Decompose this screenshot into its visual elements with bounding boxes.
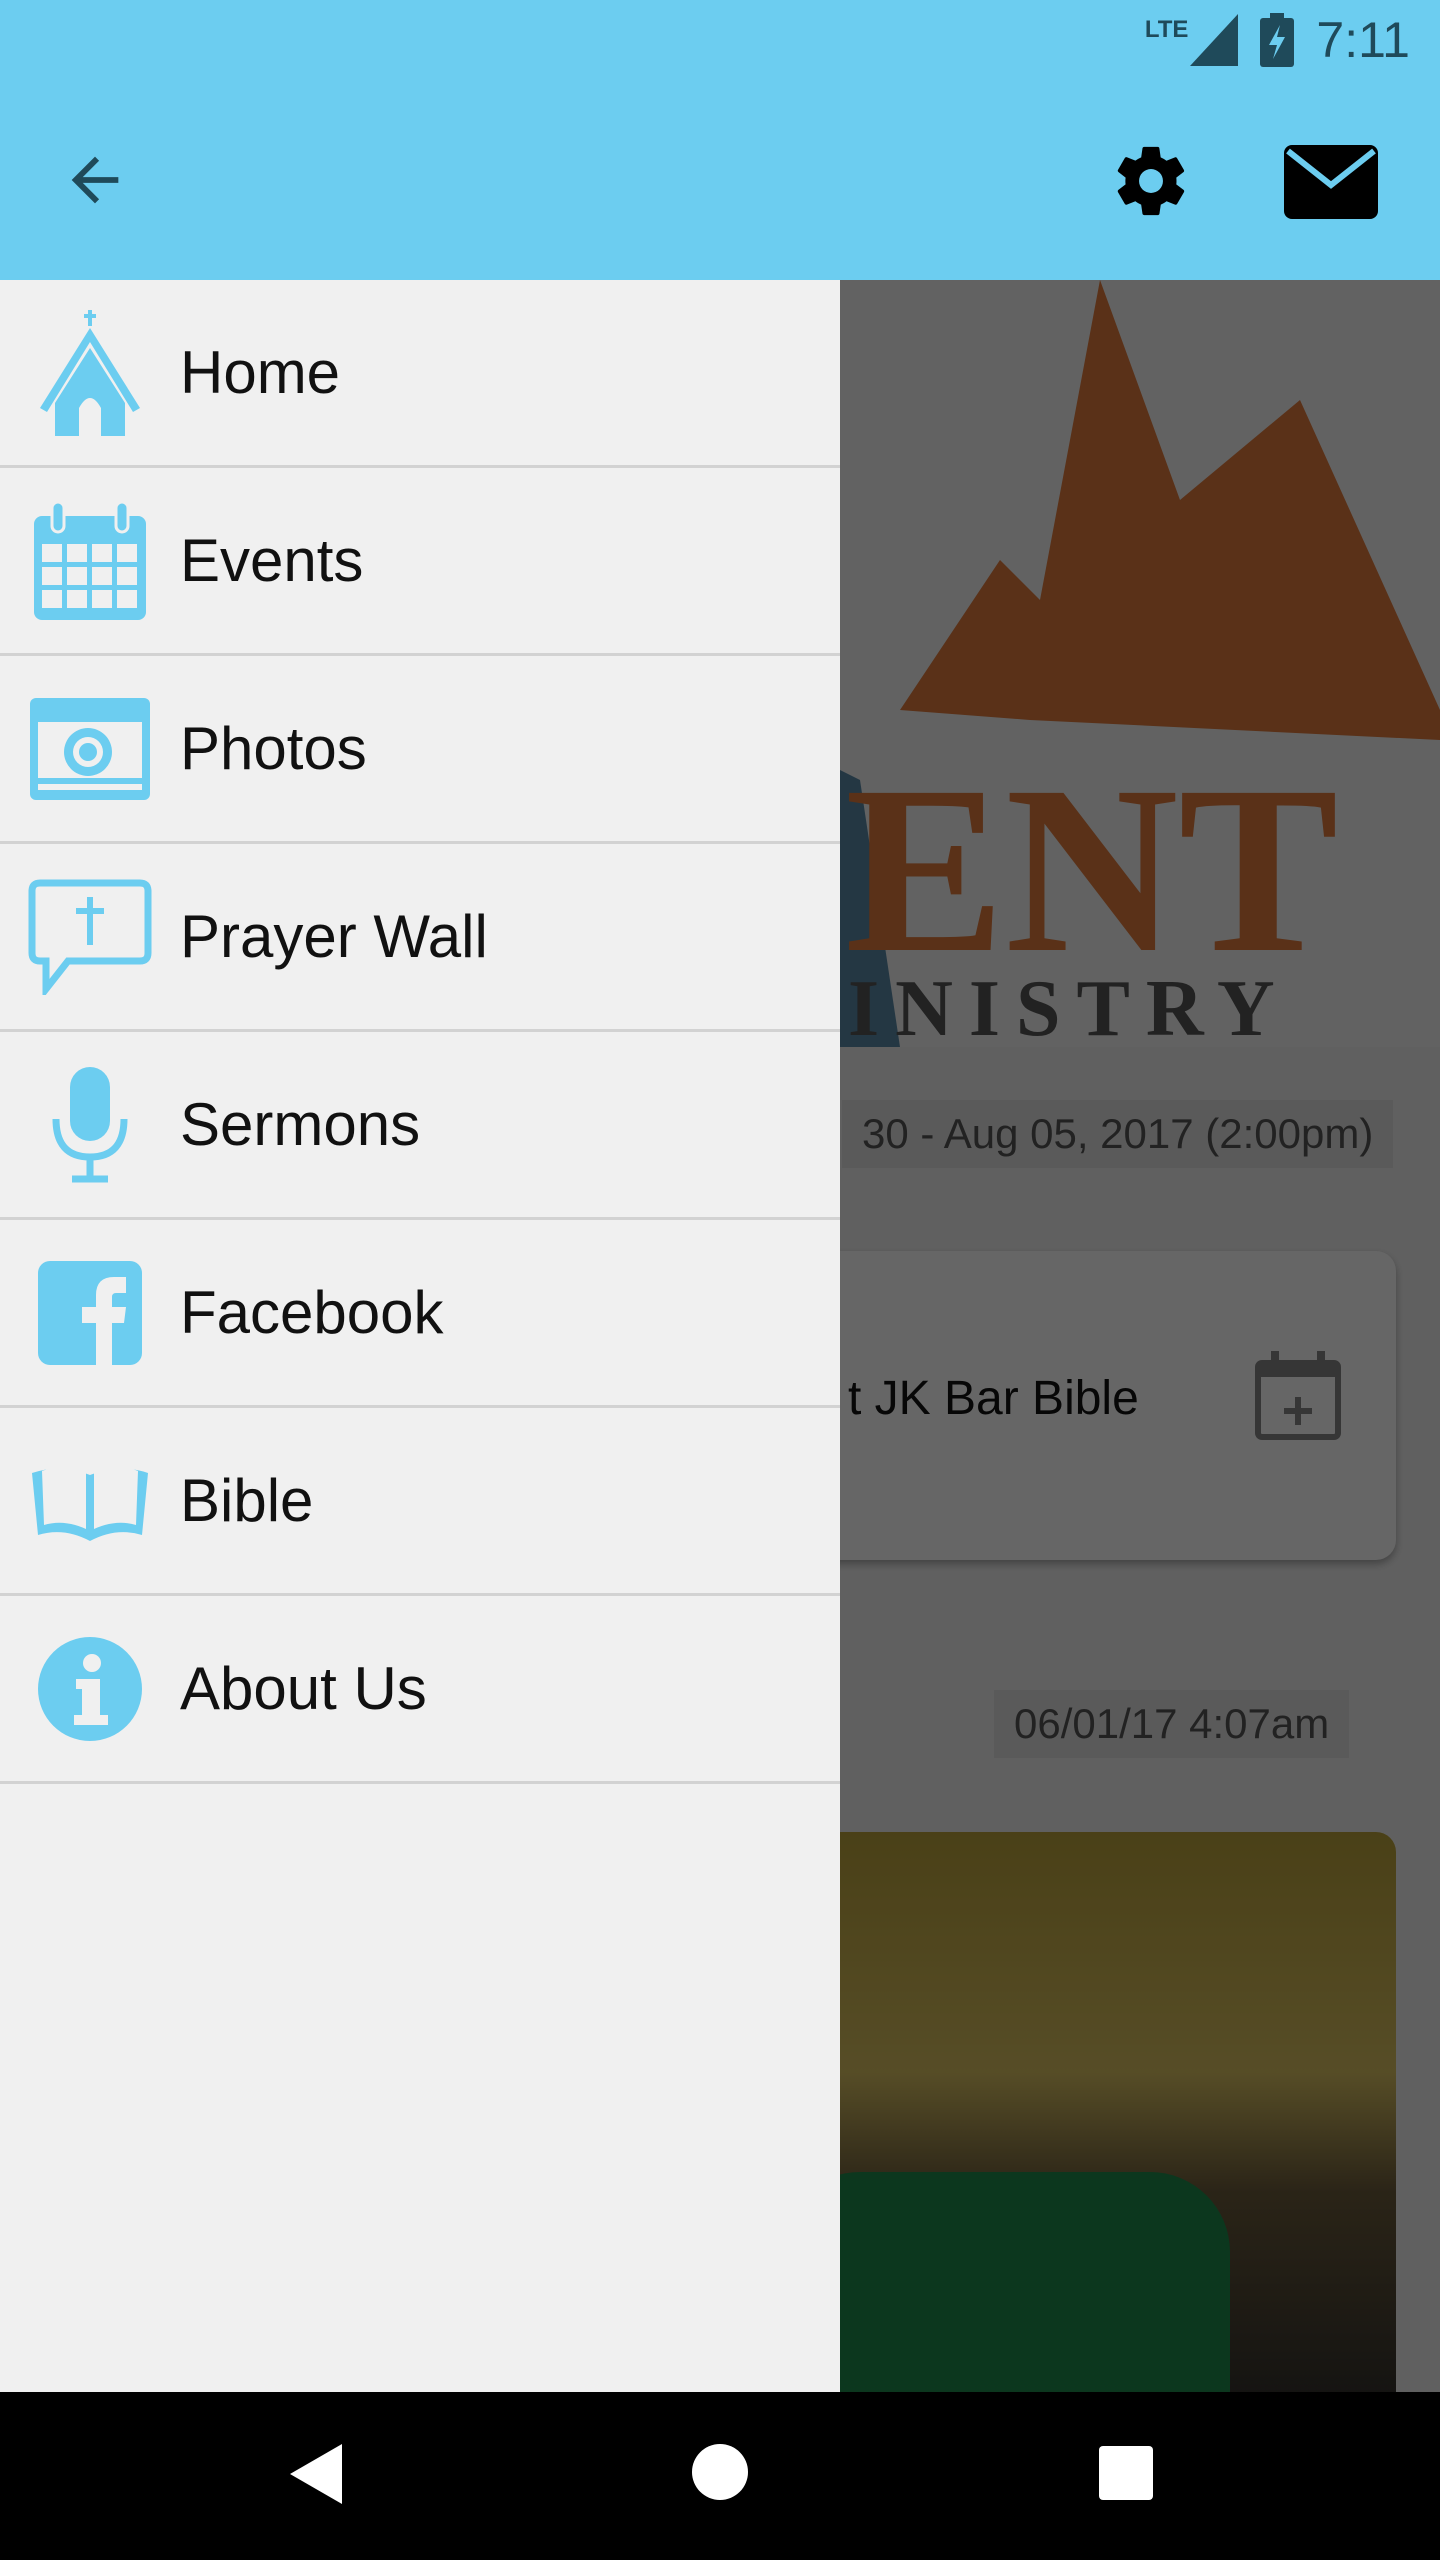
nav-back-icon[interactable]: [290, 2444, 342, 2504]
event-date: 30 - Aug 05, 2017 (2:00pm): [842, 1100, 1394, 1168]
clock: 7:11: [1316, 12, 1410, 68]
nav-recents-icon[interactable]: [1099, 2446, 1153, 2500]
camera-icon: [30, 697, 150, 800]
event-title: t JK Bar Bible: [848, 1372, 1139, 1425]
drawer-item-sermons[interactable]: Sermons: [0, 1032, 840, 1220]
drawer-item-label: Home: [180, 339, 341, 406]
battery-charging-icon: [1260, 13, 1295, 67]
open-book-icon: [32, 1465, 148, 1541]
add-to-calendar-icon[interactable]: [1255, 1351, 1341, 1441]
drawer-item-label: Bible: [180, 1467, 314, 1534]
post-timestamp: 06/01/17 4:07am: [994, 1690, 1350, 1758]
info-icon: [38, 1636, 142, 1741]
drawer-item-photos[interactable]: Photos: [0, 656, 840, 844]
microphone-icon: [52, 1066, 128, 1182]
drawer-item-label: About Us: [180, 1655, 427, 1722]
drawer-item-label: Facebook: [180, 1279, 444, 1346]
event-card[interactable]: t JK Bar Bible: [780, 1251, 1396, 1560]
drawer-item-label: Sermons: [180, 1091, 421, 1158]
logo-text-bottom: INISTRY: [848, 965, 1291, 1047]
nav-home-icon[interactable]: [690, 2442, 750, 2502]
status-bar: LTE 7:11: [1145, 10, 1410, 70]
drawer-item-facebook[interactable]: Facebook: [0, 1220, 840, 1408]
gear-icon[interactable]: [1110, 140, 1192, 222]
network-label: LTE: [1144, 16, 1189, 43]
speech-bubble-cross-icon: [28, 879, 152, 995]
arrow-back-icon[interactable]: [60, 145, 130, 215]
post-photo[interactable]: [780, 1832, 1396, 2392]
navigation-drawer: Home Events Photos Prayer Wall Sermons F…: [0, 280, 840, 2392]
drawer-item-bible[interactable]: Bible: [0, 1408, 840, 1596]
drawer-item-events[interactable]: Events: [0, 468, 840, 656]
app-bar: LTE 7:11: [0, 0, 1440, 280]
envelope-icon[interactable]: [1284, 145, 1378, 219]
facebook-icon: [38, 1260, 142, 1365]
drawer-item-prayer-wall[interactable]: Prayer Wall: [0, 844, 840, 1032]
drawer-item-home[interactable]: Home: [0, 280, 840, 468]
church-icon: [40, 309, 140, 436]
calendar-icon: [34, 501, 146, 620]
logo-text-top: ENT: [845, 736, 1338, 1002]
drawer-item-label: Events: [180, 527, 364, 594]
system-nav-bar: [0, 2392, 1440, 2560]
drawer-item-label: Prayer Wall: [180, 903, 488, 970]
signal-icon: [1190, 14, 1239, 66]
drawer-item-about-us[interactable]: About Us: [0, 1596, 840, 1784]
drawer-item-label: Photos: [180, 715, 367, 782]
